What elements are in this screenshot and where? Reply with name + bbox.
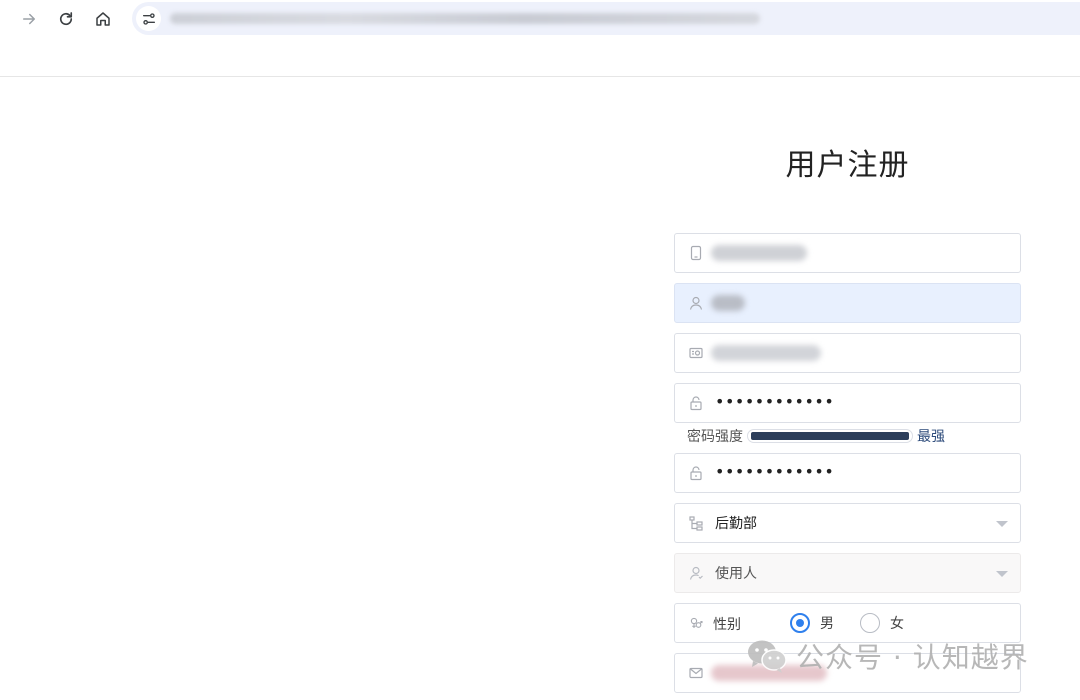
email-icon [688,665,704,681]
reload-button[interactable] [54,7,78,31]
user-role-icon [688,565,704,581]
wechat-icon [748,640,787,673]
browser-toolbar [0,0,1080,38]
home-icon [96,12,110,26]
chevron-down-icon[interactable] [996,571,1008,577]
lock-icon [688,465,704,481]
id-card-icon [688,345,704,361]
password-strength-label: 密码强度 [687,429,743,445]
phone-icon [688,245,704,261]
gender-icon [688,615,704,631]
page-title: 用户注册 [785,148,910,183]
role-value: 使用人 [715,566,757,582]
reload-icon [59,12,73,26]
address-bar[interactable] [132,2,1080,35]
radio-unchecked[interactable] [860,613,880,633]
phone-value-redacted [711,245,807,261]
radio-checked[interactable] [790,613,810,633]
url-text-redacted [170,13,760,24]
user-icon [688,295,704,311]
confirm-password-input[interactable]: •••••••••••• [674,453,1021,493]
gender-option-male[interactable]: 男 [790,613,834,633]
password-strength-fill [751,432,909,440]
divider [0,76,1080,77]
site-info-button[interactable] [136,6,161,31]
phone-input[interactable] [674,233,1021,273]
id-input[interactable] [674,333,1021,373]
password-value: •••••••••••• [715,392,835,411]
password-strength-level: 最强 [917,429,945,445]
chevron-down-icon[interactable] [996,521,1008,527]
arrow-right-icon [23,13,35,25]
role-select[interactable]: 使用人 [674,553,1021,593]
password-input[interactable]: •••••••••••• [674,383,1021,423]
gender-label: 性别 [713,617,741,633]
id-value-redacted [711,345,821,361]
watermark-text: 公众号 · 认知越界 [796,641,1029,674]
username-input[interactable] [674,283,1021,323]
watermark: 公众号 · 认知越界 [746,636,1029,676]
lock-icon [688,395,704,411]
department-value: 后勤部 [715,516,757,532]
tree-icon [688,515,704,531]
gender-option-label: 女 [890,616,904,632]
gender-option-label: 男 [820,616,834,632]
forward-button[interactable] [17,7,41,31]
password-strength: 密码强度 最强 [687,426,945,446]
home-button[interactable] [91,7,115,31]
gender-option-female[interactable]: 女 [860,613,904,633]
confirm-password-value: •••••••••••• [715,462,835,481]
department-select[interactable]: 后勤部 [674,503,1021,543]
tune-icon [142,12,155,25]
password-strength-bar [747,429,913,443]
username-value-redacted [711,295,745,311]
